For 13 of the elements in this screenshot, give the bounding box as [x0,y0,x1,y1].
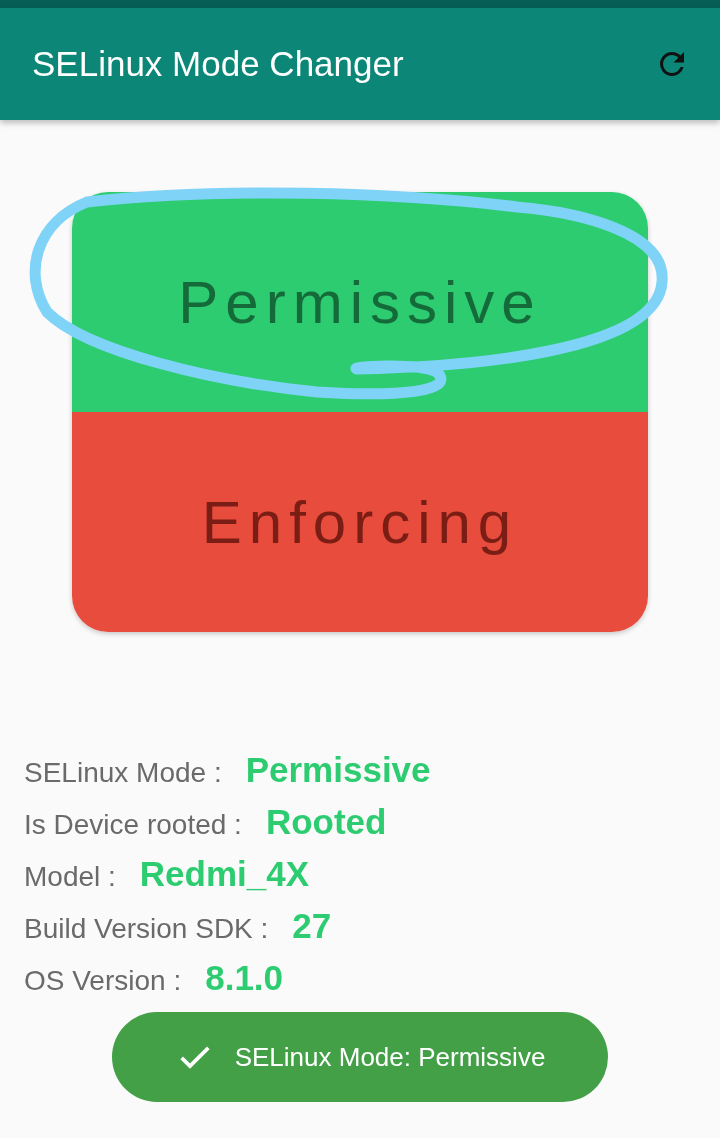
info-value: 27 [292,906,332,946]
mode-button[interactable]: Enforcing [72,412,648,632]
info-label: OS Version : [24,965,182,997]
info-label: Is Device rooted : [24,809,242,841]
info-value: Permissive [245,750,431,790]
toast-message: SELinux Mode: Permissive [234,1041,546,1073]
app-title: SELinux Mode Changer [32,44,404,84]
info-label: SELinux Mode : [24,757,222,789]
info-label: Build Version SDK : [24,913,269,945]
info-value: 8.1.0 [205,958,284,998]
info-label: Model : [24,861,116,893]
info-value: Rooted [265,802,387,842]
info-value: Redmi_4X [139,854,310,894]
